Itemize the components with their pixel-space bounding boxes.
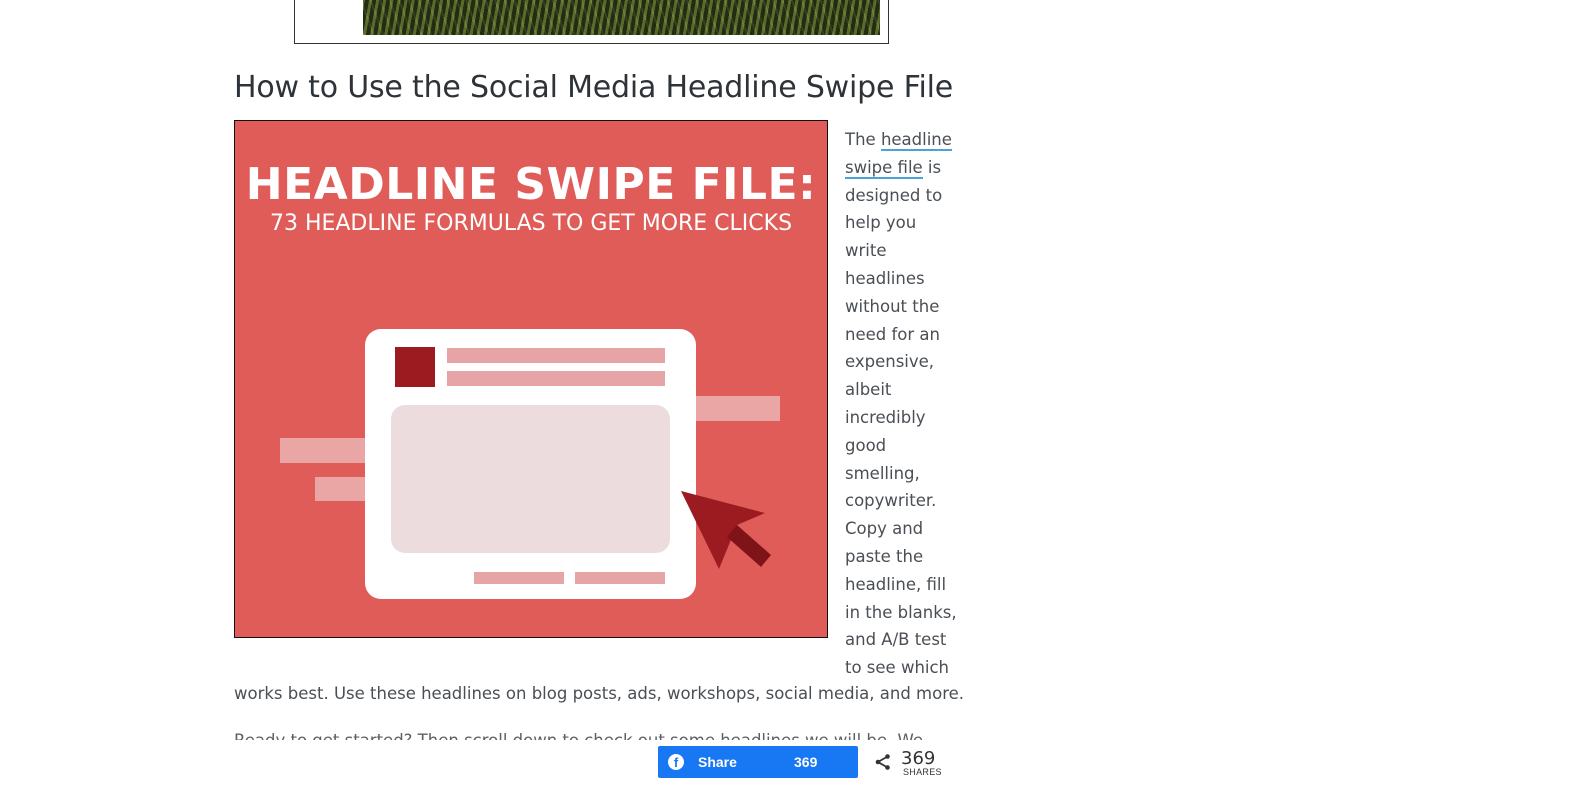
- facebook-icon: f: [668, 754, 684, 770]
- intro-text: The: [845, 130, 881, 149]
- intro-paragraph-text: is designed to help you write headlines …: [845, 157, 957, 678]
- previous-image-photo: [363, 0, 880, 35]
- decor-bar: [690, 396, 780, 421]
- headline-swipe-file-image[interactable]: HEADLINE SWIPE FILE: 73 HEADLINE FORMULA…: [234, 120, 828, 638]
- total-share-count: 369: [901, 748, 936, 769]
- facebook-share-count: 369: [794, 754, 818, 770]
- previous-image-frame: [294, 0, 889, 44]
- mock-avatar: [395, 347, 435, 387]
- facebook-share-button[interactable]: f Share 369: [658, 746, 858, 778]
- mock-text-line: [447, 348, 665, 363]
- mock-text-line: [447, 371, 665, 386]
- intro-paragraph-continued: works best. Use these headlines on blog …: [234, 684, 965, 703]
- section-heading: How to Use the Social Media Headline Swi…: [234, 70, 953, 105]
- intro-paragraph: The headline swipe file is designed to h…: [845, 126, 957, 682]
- decor-bar: [315, 477, 370, 501]
- mock-button: [575, 572, 665, 584]
- decor-bar: [280, 438, 370, 463]
- browser-mockup-illustration: [365, 329, 696, 599]
- mock-button: [474, 572, 564, 584]
- mouse-cursor-icon: [681, 491, 771, 569]
- total-shares: 369 SHARES: [874, 748, 944, 780]
- total-share-label: SHARES: [903, 767, 942, 777]
- mock-content-area: [391, 405, 670, 553]
- next-paragraph-partial: Ready to get started? Then scroll down t…: [234, 728, 923, 740]
- image-heading: HEADLINE SWIPE FILE:: [245, 159, 817, 210]
- image-subheading: 73 HEADLINE FORMULAS TO GET MORE CLICKS: [269, 211, 793, 236]
- facebook-share-label: Share: [698, 754, 737, 770]
- share-icon[interactable]: [874, 753, 892, 771]
